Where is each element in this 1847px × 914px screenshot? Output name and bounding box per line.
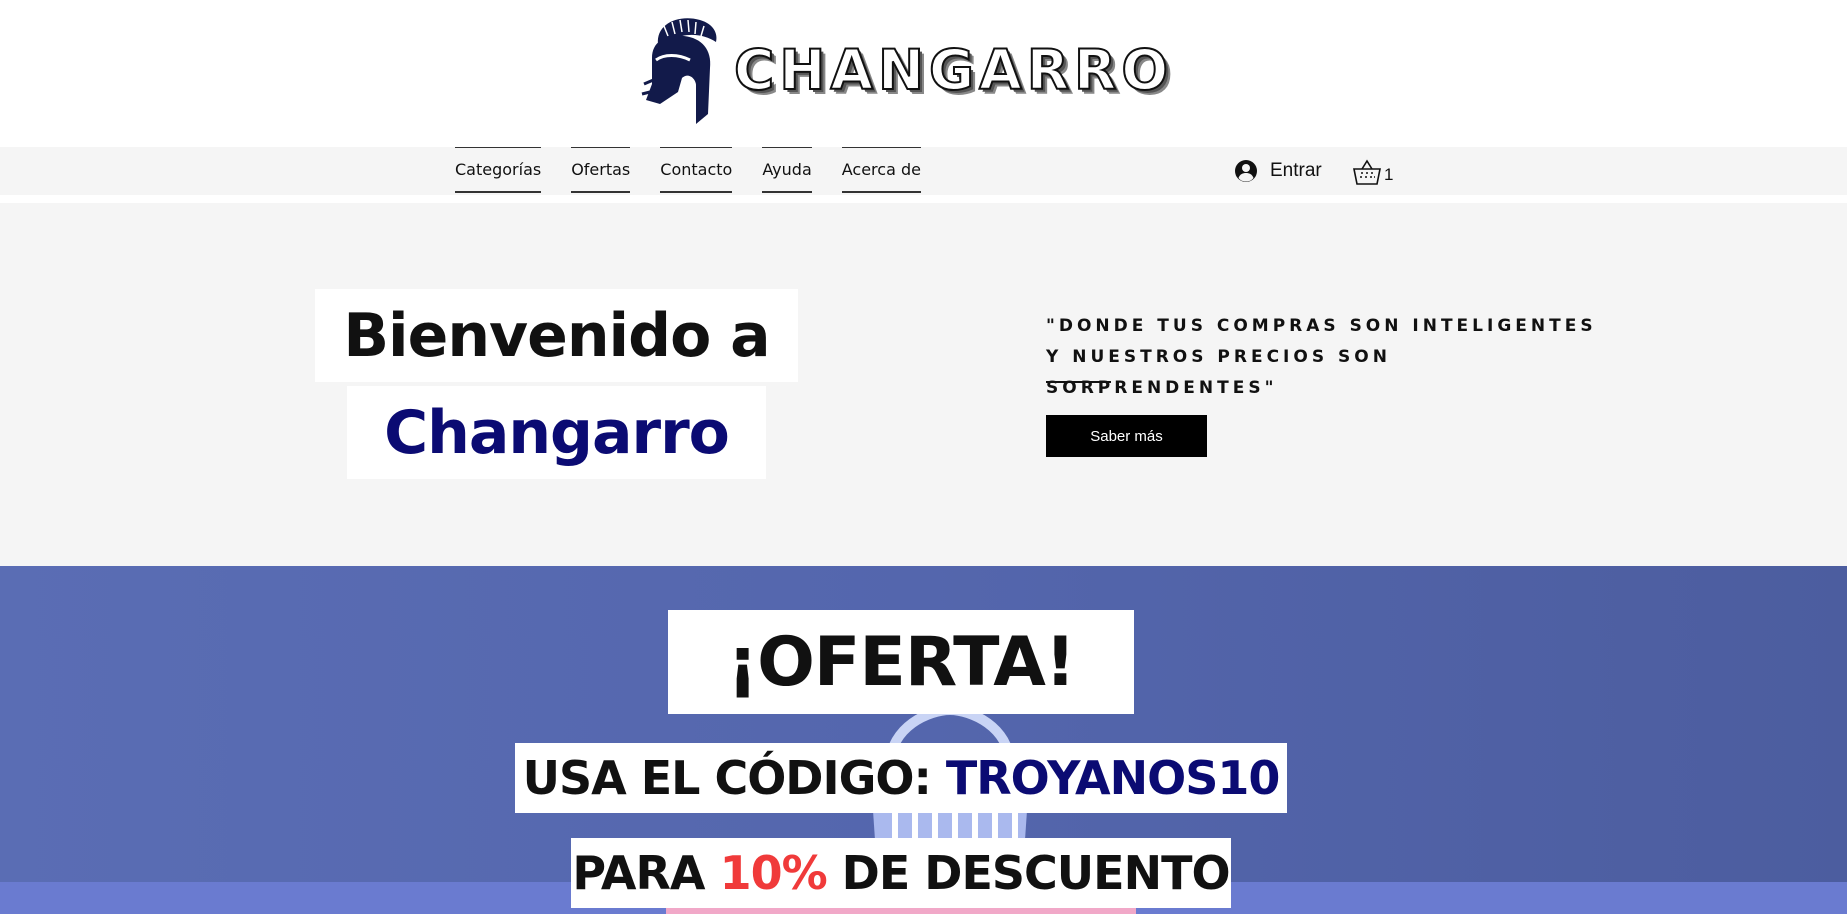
site-header: CHANGARRO [0, 0, 1847, 147]
promo-code-box: USA EL CÓDIGO: TROYANOS10 [515, 743, 1287, 813]
promo-discount-suffix: DE DESCUENTO [826, 846, 1231, 900]
nav-item-ofertas[interactable]: Ofertas [571, 147, 631, 193]
nav-item-categorias[interactable]: Categorías [455, 147, 542, 193]
main-menu: Categorías Ofertas Contacto Ayuda Acerca… [455, 147, 951, 195]
hero-title-line-2: Changarro [384, 397, 730, 468]
promo-code-prefix: USA EL CÓDIGO: [522, 751, 946, 805]
cart-button[interactable]: 1 [1352, 157, 1393, 187]
hero-tagline: "DONDE TUS COMPRAS SON INTELIGENTES Y NU… [1046, 316, 1597, 398]
basket-icon [1353, 159, 1381, 185]
login-label: Entrar [1270, 160, 1322, 181]
nav-item-contacto[interactable]: Contacto [660, 147, 733, 193]
tagline-divider [1046, 381, 1111, 383]
promo-discount-box: PARA 10% DE DESCUENTO [571, 838, 1231, 908]
user-avatar-icon [1235, 160, 1257, 182]
spartan-helmet-icon [641, 18, 717, 124]
hero-title-box-1: Bienvenido a [315, 289, 798, 382]
nav-bar: Categorías Ofertas Contacto Ayuda Acerca… [0, 147, 1847, 195]
promo-headline: ¡OFERTA! [727, 622, 1076, 702]
login-button[interactable]: Entrar [1234, 157, 1322, 185]
hero-title-line-1: Bienvenido a [343, 300, 770, 371]
promo-banner: ¡OFERTA! USA EL CÓDIGO: TROYANOS10 PARA … [0, 566, 1847, 914]
promo-code: TROYANOS10 [945, 751, 1281, 805]
hero-section: Bienvenido a Changarro "DONDE TUS COMPRA… [0, 203, 1847, 566]
promo-discount-prefix: PARA [572, 846, 720, 900]
site-logo[interactable]: CHANGARRO [638, 14, 1173, 126]
learn-more-button[interactable]: Saber más [1046, 415, 1207, 457]
promo-discount-value: 10% [719, 846, 828, 900]
nav-item-ayuda[interactable]: Ayuda [762, 147, 812, 193]
promo-headline-box: ¡OFERTA! [668, 610, 1134, 714]
brand-name: CHANGARRO [733, 37, 1174, 102]
hero-title-box-2: Changarro [347, 386, 766, 479]
nav-item-acerca-de[interactable]: Acerca de [841, 147, 921, 193]
cart-count: 1 [1384, 165, 1394, 184]
